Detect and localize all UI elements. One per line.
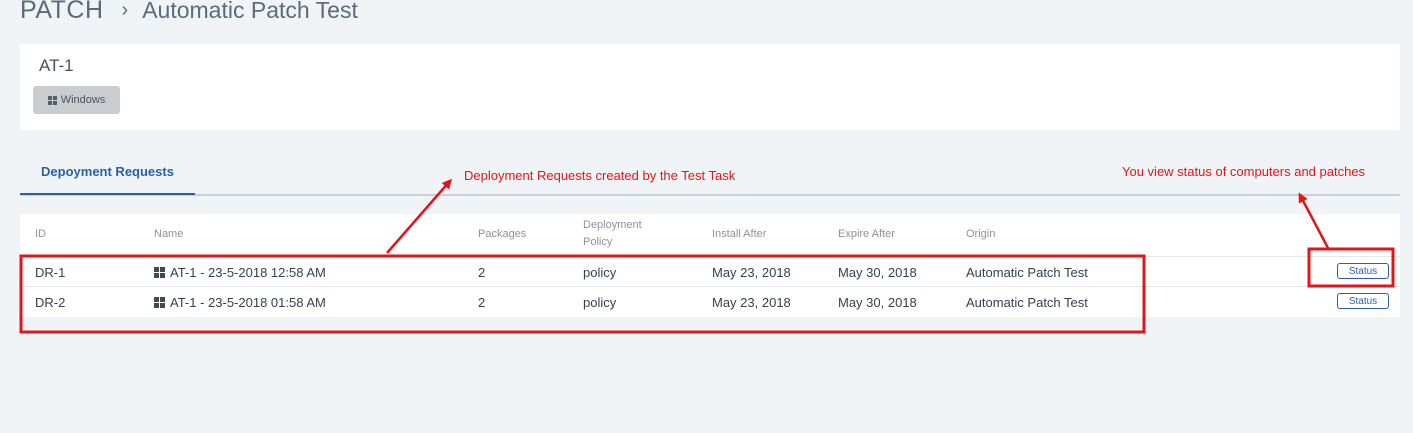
windows-icon: [47, 95, 57, 105]
cell-origin: Automatic Patch Test: [966, 264, 1088, 280]
breadcrumb-root[interactable]: PATCH: [20, 0, 104, 25]
cell-id: DR-1: [35, 264, 66, 280]
breadcrumb: PATCH › Automatic Patch Test: [20, 0, 358, 28]
header-policy-line1: Deployment: [583, 219, 642, 231]
annotation-deployment-requests: Deployment Requests created by the Test …: [464, 168, 736, 183]
header-id: ID: [35, 228, 46, 240]
cell-policy: policy: [583, 264, 617, 280]
header-expire-after: Expire After: [838, 228, 895, 240]
cell-origin: Automatic Patch Test: [966, 294, 1088, 310]
tab-deployment-requests[interactable]: Depoyment Requests: [20, 150, 195, 195]
table-row[interactable]: DR-1 AT-1 - 23-5-2018 12:58 AM 2 policy …: [20, 256, 1400, 287]
breadcrumb-separator-icon: ›: [121, 0, 129, 21]
windows-icon: [154, 296, 165, 308]
cell-name[interactable]: AT-1 - 23-5-2018 12:58 AM: [154, 257, 326, 287]
os-badge-label: Windows: [60, 94, 106, 106]
status-button[interactable]: Status: [1337, 293, 1389, 309]
cell-packages: 2: [478, 294, 486, 310]
header-policy-line2: Policy: [583, 236, 613, 248]
cell-name[interactable]: AT-1 - 23-5-2018 01:58 AM: [154, 287, 326, 317]
cell-expire-after: May 30, 2018: [838, 264, 917, 280]
os-badge: Windows: [33, 86, 120, 114]
windows-icon: [154, 266, 165, 278]
page-title: Automatic Patch Test: [142, 0, 358, 23]
header-deployment-policy: Deployment Policy: [583, 217, 642, 251]
header-origin: Origin: [966, 228, 996, 240]
task-summary-card: AT-1 Windows: [20, 44, 1400, 130]
cell-packages: 2: [478, 264, 486, 280]
cell-name-text: AT-1 - 23-5-2018 12:58 AM: [170, 264, 326, 280]
status-button[interactable]: Status: [1337, 263, 1389, 279]
header-name: Name: [154, 228, 184, 240]
cell-expire-after: May 30, 2018: [838, 294, 917, 310]
cell-name-text: AT-1 - 23-5-2018 01:58 AM: [170, 294, 326, 310]
table-row[interactable]: DR-2 AT-1 - 23-5-2018 01:58 AM 2 policy …: [20, 286, 1400, 317]
cell-install-after: May 23, 2018: [712, 294, 791, 310]
annotation-status: You view status of computers and patches: [1122, 164, 1366, 179]
header-install-after: Install After: [712, 228, 767, 240]
task-name: AT-1: [39, 56, 74, 75]
cell-install-after: May 23, 2018: [712, 264, 791, 280]
cell-id: DR-2: [35, 294, 66, 310]
header-packages: Packages: [478, 228, 527, 240]
cell-policy: policy: [583, 294, 617, 310]
deployment-requests-table: ID Name Packages Deployment Policy Insta…: [20, 214, 1400, 317]
